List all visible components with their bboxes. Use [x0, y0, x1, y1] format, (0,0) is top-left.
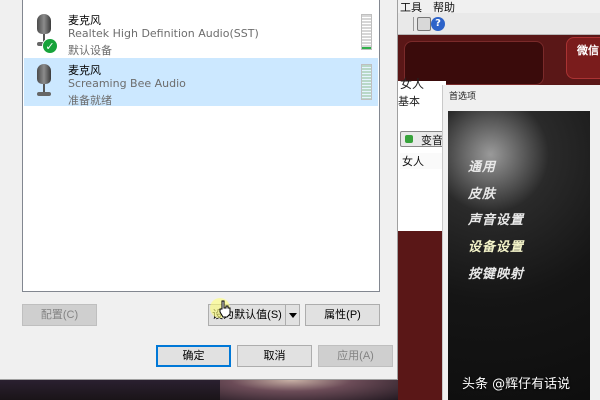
device-status: 准备就绪 [68, 94, 112, 107]
default-check-icon: ✓ [42, 38, 58, 54]
pref-item-sound-settings[interactable]: 声音设置 [468, 209, 524, 228]
recording-device-list[interactable]: ✓ 麦克风 Realtek High Definition Audio(SST)… [22, 0, 380, 292]
copy-icon[interactable] [417, 17, 431, 31]
bg-people-label: 女人 [400, 77, 425, 91]
bg-toolbar: ? [398, 13, 600, 35]
preferences-title: 首选项 [449, 92, 477, 102]
level-meter [361, 14, 372, 50]
voice-change-label: 变音 [421, 134, 443, 147]
toolbar-separator [413, 17, 414, 31]
pref-item-key-mapping[interactable]: 按键映射 [468, 263, 524, 282]
device-description: Screaming Bee Audio [68, 77, 186, 90]
device-status: 默认设备 [68, 44, 112, 57]
device-item-screaming-bee[interactable]: 麦克风 Screaming Bee Audio 准备就绪 [24, 58, 378, 107]
voice-change-icon [405, 135, 413, 143]
bg-white-frame: 女人 基本 变音 女人 [398, 77, 448, 231]
sound-recording-dialog: ✓ 麦克风 Realtek High Definition Audio(SST)… [0, 0, 398, 380]
level-meter-fill [362, 47, 371, 49]
pref-item-general[interactable]: 通用 [468, 156, 496, 175]
bg-basic-label: 基本 [398, 95, 420, 108]
bg-red-tab[interactable]: 微信 [566, 37, 600, 79]
level-meter [361, 64, 372, 100]
bg-red-tab-label: 微信 [577, 44, 599, 57]
device-name: 麦克风 [68, 64, 101, 77]
bg-woman-label: 女人 [400, 153, 446, 169]
set-default-dropdown-arrow[interactable] [285, 304, 300, 326]
pref-item-device-settings[interactable]: 设备设置 [468, 236, 524, 255]
device-description: Realtek High Definition Audio(SST) [68, 27, 259, 40]
configure-button[interactable]: 配置(C) [22, 304, 97, 326]
device-name: 麦克风 [68, 14, 101, 27]
watermark: 头条 @辉仔有话说 [462, 377, 571, 392]
preferences-window: 首选项 通用 皮肤 声音设置 设备设置 按键映射 [442, 85, 600, 400]
bg-red-inner-panel [404, 41, 544, 85]
device-item-realtek[interactable]: ✓ 麦克风 Realtek High Definition Audio(SST)… [24, 8, 378, 57]
bg-menubar: 工具 帮助 [398, 0, 600, 14]
apply-button[interactable]: 应用(A) [318, 345, 393, 367]
hand-cursor-icon [219, 300, 231, 318]
preferences-menu-panel: 通用 皮肤 声音设置 设备设置 按键映射 [448, 111, 590, 400]
help-icon[interactable]: ? [431, 17, 445, 31]
cancel-button[interactable]: 取消 [237, 345, 312, 367]
properties-button[interactable]: 属性(P) [305, 304, 380, 326]
voice-change-button[interactable]: 变音 [400, 131, 448, 147]
ok-button[interactable]: 确定 [156, 345, 231, 367]
microphone-icon [35, 64, 53, 100]
background-art [220, 380, 398, 400]
pref-item-skin[interactable]: 皮肤 [468, 183, 496, 202]
